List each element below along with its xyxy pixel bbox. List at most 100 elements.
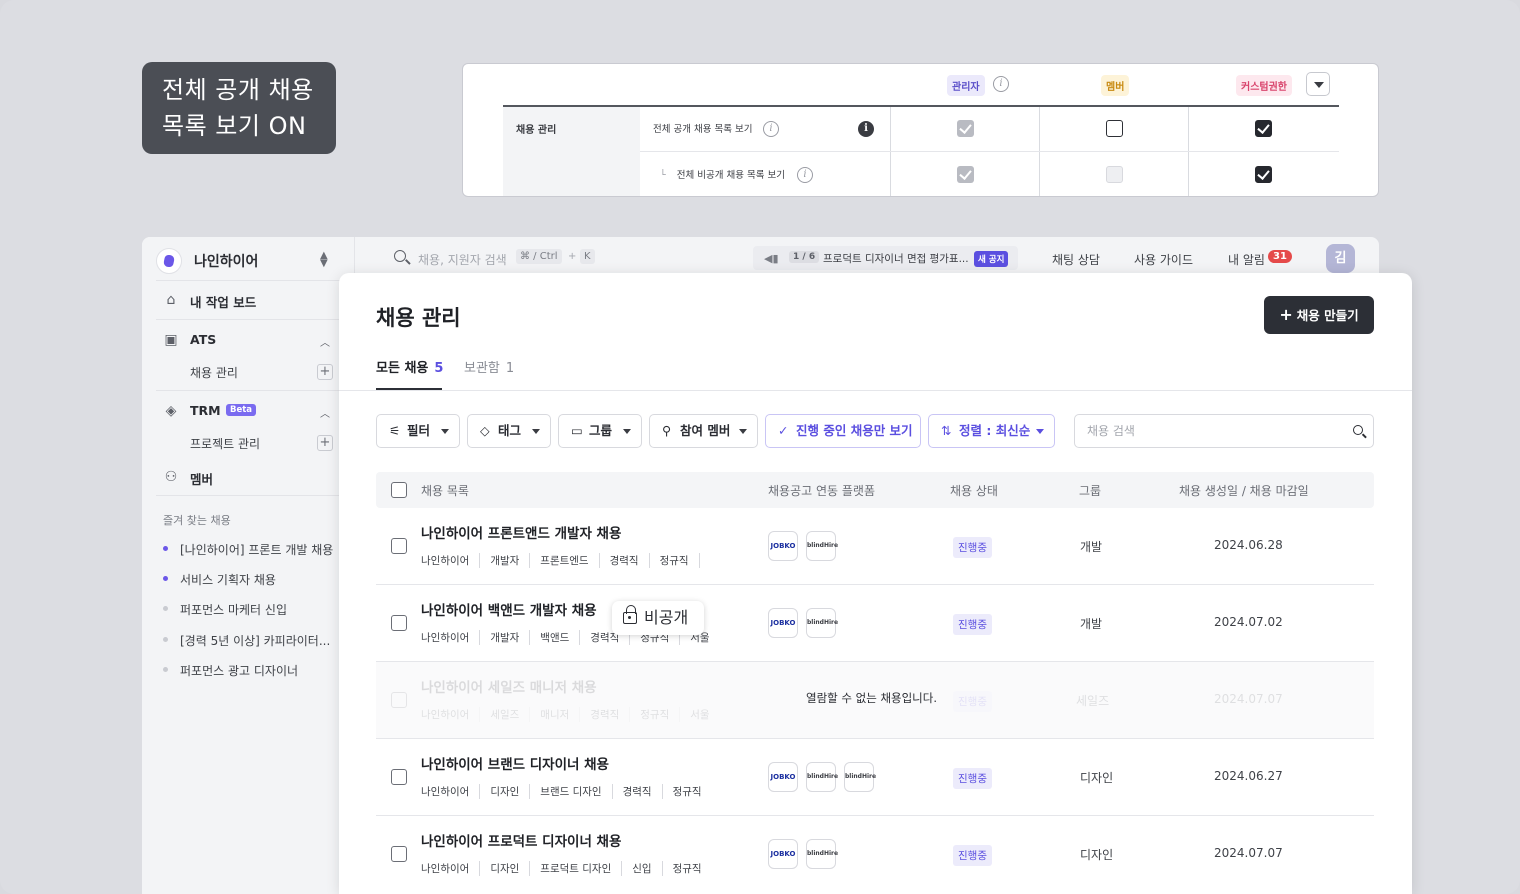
tab-archive[interactable]: 보관함 1 — [464, 357, 514, 376]
info-filled-icon[interactable]: i — [858, 121, 874, 137]
date-value: 2024.06.28 — [1214, 538, 1283, 552]
global-search-input[interactable]: 채용, 지원자 검색 — [418, 251, 507, 268]
recruit-title[interactable]: 나인하이어 브랜드 디자이너 채용 — [421, 753, 609, 773]
group-value: 개발 — [1080, 617, 1103, 631]
status-badge: 진행중 — [953, 537, 992, 558]
group-button[interactable]: ▭ 그룹 — [558, 414, 642, 448]
tag: 나인하이어 — [421, 861, 481, 876]
table-row[interactable]: 나인하이어 브랜드 디자이너 채용 나인하이어 디자인 브랜드 디자인 경력직 정규직 … — [376, 739, 1374, 816]
admin-public-checkbox — [957, 120, 974, 137]
tag-button[interactable]: ◇ 태그 — [467, 414, 551, 448]
chevron-up-icon[interactable]: ︿ — [320, 405, 330, 420]
column-header: 채용 생성일 / 채용 마감일 — [1179, 484, 1309, 498]
sidebar-item-ats[interactable]: ATS — [190, 332, 216, 347]
avatar[interactable]: 김 — [1326, 244, 1355, 273]
info-icon[interactable]: i — [763, 121, 779, 137]
tag: 나인하이어 — [421, 553, 481, 568]
tag: 개발자 — [490, 630, 531, 645]
sub-indent-icon: └ — [660, 170, 666, 181]
favorite-label: 퍼포먼스 마케터 신입 — [180, 603, 287, 617]
recruit-search-input[interactable]: 채용 검색 — [1074, 414, 1374, 448]
background-frame: 전체 공개 채용 목록 보기 ON 관리자 i 멤버 커스텀권한 채용 관리 전… — [0, 0, 1520, 894]
sidebar: 나인하이어 ▲ ▼ ⌂ 내 작업 보드 ▣ ATS ︿ 채용 관리 + ◈ TRM… — [142, 237, 355, 894]
private-badge: 비공개 — [612, 601, 704, 635]
tag: 프로덕트 디자인 — [540, 861, 623, 876]
user-guide-link[interactable]: 사용 가이드 — [1134, 251, 1193, 268]
tab-count: 1 — [505, 361, 515, 376]
permission-row-private: └ 전체 비공개 채용 목록 보기 — [640, 167, 890, 181]
table-row[interactable]: 나인하이어 백앤드 개발자 채용 나인하이어 개발자 백앤드 경력직 정규직 서울 JOB… — [376, 585, 1374, 662]
custom-public-checkbox[interactable] — [1255, 120, 1272, 137]
recruit-title[interactable]: 나인하이어 백앤드 개발자 채용 — [421, 599, 597, 619]
search-icon[interactable] — [394, 250, 406, 262]
notifications-link[interactable]: 내 알림 — [1228, 251, 1265, 268]
member-public-checkbox[interactable] — [1106, 120, 1123, 137]
search-placeholder: 채용 검색 — [1087, 424, 1135, 438]
plus-icon: + — [1279, 305, 1293, 324]
sidebar-item-project-manage[interactable]: 프로젝트 관리 — [190, 435, 260, 452]
favorite-item[interactable]: 퍼포먼스 광고 디자이너 — [163, 662, 298, 679]
recruit-title[interactable]: 나인하이어 프론트앤드 개발자 채용 — [421, 522, 621, 542]
filter-button[interactable]: ⚟ 필터 — [376, 414, 460, 448]
info-icon[interactable]: i — [993, 76, 1009, 92]
info-icon[interactable]: i — [797, 167, 813, 183]
sidebar-item-recruit-manage[interactable]: 채용 관리 — [190, 364, 238, 381]
favorite-item[interactable]: [경력 5년 이상] 카피라이터... — [163, 632, 330, 649]
add-user-icon: ⚇ — [164, 469, 178, 485]
favorite-item[interactable]: [나인하이어] 프론트 개발 채용 — [163, 541, 333, 558]
sort-button[interactable]: ⇅ 정렬 : 최신순 — [928, 414, 1055, 448]
chat-support-link[interactable]: 채팅 상담 — [1052, 251, 1100, 268]
date-value: 2024.07.07 — [1214, 846, 1283, 860]
dot-icon — [163, 606, 168, 611]
caret-down-icon — [739, 429, 747, 434]
in-progress-only-toggle[interactable]: ✓ 진행 중인 채용만 보기 — [765, 414, 921, 448]
role-dropdown-button[interactable] — [1306, 72, 1330, 96]
sidebar-item-trm[interactable]: TRM — [190, 403, 221, 418]
tag: 세일즈 — [490, 707, 531, 722]
callout-label: 전체 공개 채용 목록 보기 ON — [142, 62, 336, 154]
status-badge: 진행중 — [953, 691, 992, 712]
favorite-item[interactable]: 서비스 기획자 채용 — [163, 571, 276, 588]
add-recruit-button[interactable]: + — [317, 364, 333, 380]
select-all-checkbox[interactable] — [391, 482, 407, 498]
row-checkbox[interactable] — [391, 538, 407, 554]
table-row-locked: 나인하이어 세일즈 매니저 채용 나인하이어 세일즈 매니저 경력직 정규직 서울 진행중… — [376, 662, 1374, 739]
workspace-switcher[interactable]: 나인하이어 ▲ ▼ — [156, 246, 341, 276]
jobko-logo: JOBKO — [768, 839, 798, 869]
participants-label: 참여 멤버 — [680, 423, 731, 438]
table-row[interactable]: 나인하이어 프로덕트 디자이너 채용 나인하이어 디자인 프로덕트 디자인 신입 정규직… — [376, 816, 1374, 893]
tag-label: 태그 — [498, 423, 522, 438]
announcement-bar[interactable]: ◀▮ 1 / 6 프로덕트 디자이너 면접 평가표... 새 공지 — [753, 246, 1018, 270]
tag: 신입 — [632, 861, 663, 876]
chevron-up-icon[interactable]: ︿ — [320, 334, 330, 349]
search-icon[interactable] — [1353, 425, 1363, 435]
add-project-button[interactable]: + — [317, 435, 333, 451]
admin-private-checkbox — [957, 166, 974, 183]
tag: 서울 — [690, 709, 710, 721]
tag: 경력직 — [623, 784, 663, 799]
row-checkbox[interactable] — [391, 615, 407, 631]
row-checkbox[interactable] — [391, 769, 407, 785]
row-checkbox[interactable] — [391, 846, 407, 862]
tag: 경력직 — [590, 707, 631, 722]
recruit-title[interactable]: 나인하이어 프로덕트 디자이너 채용 — [421, 830, 621, 850]
group-label: 그룹 — [589, 423, 613, 438]
permission-label: 전체 비공개 채용 목록 보기 — [676, 170, 785, 181]
sidebar-item-home[interactable]: 내 작업 보드 — [190, 292, 256, 311]
table-row[interactable]: 나인하이어 프론트앤드 개발자 채용 나인하이어 개발자 프론트엔드 경력직 정규직 J… — [376, 508, 1374, 585]
check-icon: ✓ — [778, 423, 789, 438]
workspace-name: 나인하이어 — [194, 254, 259, 270]
sort-label: 정렬 : 최신순 — [959, 423, 1031, 438]
create-recruit-button[interactable]: + 채용 만들기 — [1264, 296, 1374, 334]
sidebar-item-members[interactable]: 멤버 — [190, 469, 213, 488]
row-checkbox — [391, 692, 407, 708]
tab-all-recruits[interactable]: 모든 채용 5 — [376, 357, 443, 390]
favorite-item[interactable]: 퍼포먼스 마케터 신입 — [163, 601, 287, 618]
divider — [1188, 107, 1189, 196]
dot-icon — [163, 546, 168, 551]
jobko-logo: JOBKO — [768, 762, 798, 792]
participants-button[interactable]: ⚲ 참여 멤버 — [649, 414, 758, 448]
shortcut-plus: + — [568, 251, 577, 262]
home-icon: ⌂ — [166, 292, 176, 308]
custom-private-checkbox[interactable] — [1255, 166, 1272, 183]
